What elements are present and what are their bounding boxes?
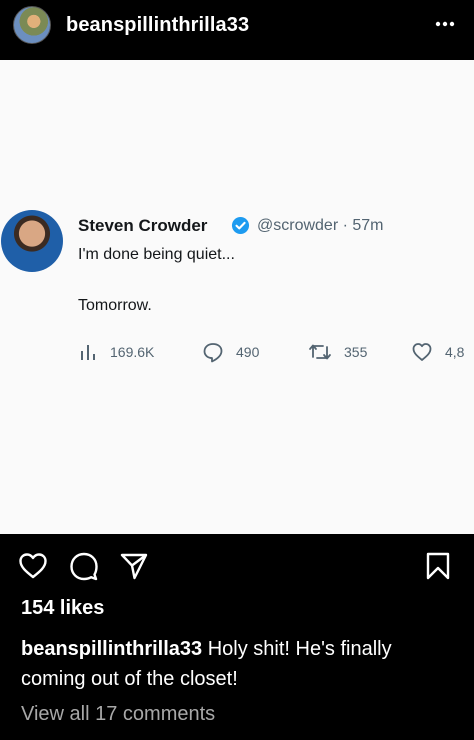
tweet-metrics: 169.6K 490 355 4,8 — [78, 340, 474, 364]
tweet-heart-icon — [412, 343, 432, 361]
share-icon[interactable] — [118, 550, 150, 582]
tweet-handle-time: @scrowder · 57m — [257, 217, 384, 234]
verified-badge-icon — [231, 216, 250, 235]
likes-count[interactable]: 154 likes — [21, 597, 104, 620]
tweet-author-name: Steven Crowder — [78, 216, 208, 235]
post-username[interactable]: beanspillinthrilla33 — [66, 14, 249, 37]
bookmark-icon[interactable] — [422, 550, 454, 582]
heart-icon[interactable] — [17, 550, 49, 582]
views-metric: 169.6K — [78, 340, 154, 364]
post-header: beanspillinthrilla33 — [0, 0, 474, 58]
tweet-author-avatar — [1, 210, 63, 272]
view-comments-link[interactable]: View all 17 comments — [21, 703, 215, 726]
reply-icon — [203, 343, 223, 363]
caption-username[interactable]: beanspillinthrilla33 — [21, 638, 202, 660]
retweets-metric: 355 — [308, 340, 367, 364]
tweet-likes-count: 4,8 — [445, 344, 465, 360]
post-actions — [0, 534, 474, 594]
replies-count: 490 — [236, 344, 260, 360]
likes-metric: 4,8 — [411, 340, 464, 364]
tweet-text-line: I'm done being quiet... — [78, 246, 235, 263]
post-image[interactable]: Steven Crowder @scrowder · 57m I'm done … — [0, 60, 474, 534]
replies-metric: 490 — [202, 340, 259, 364]
profile-avatar[interactable] — [13, 6, 51, 44]
retweet-icon — [309, 344, 331, 360]
tweet-card: Steven Crowder @scrowder · 57m I'm done … — [0, 210, 474, 380]
retweets-count: 355 — [344, 344, 368, 360]
views-count: 169.6K — [110, 344, 155, 360]
more-horizontal-icon[interactable] — [430, 12, 460, 36]
post-caption: beanspillinthrilla33 Holy shit! He's fin… — [21, 634, 461, 694]
comment-icon[interactable] — [68, 550, 100, 582]
tweet-text-line: Tomorrow. — [78, 297, 152, 314]
views-icon — [81, 345, 95, 360]
